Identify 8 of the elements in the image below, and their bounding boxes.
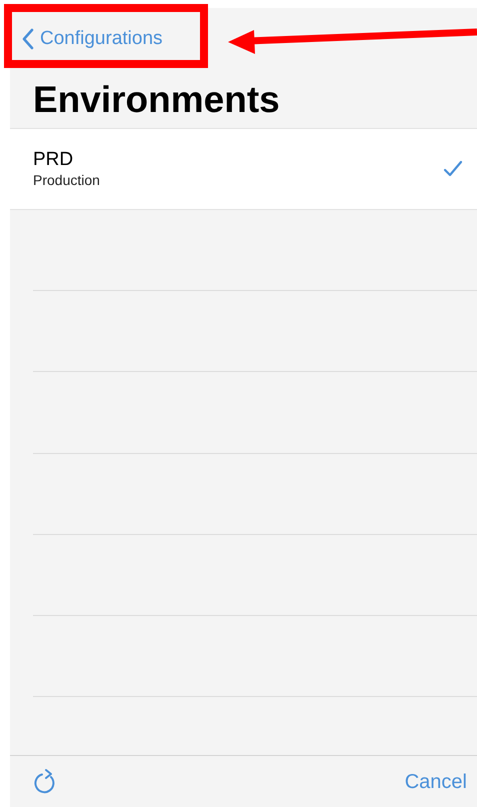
environment-name: Production bbox=[33, 172, 100, 190]
environment-code: PRD bbox=[33, 148, 74, 172]
page-title: Environments bbox=[33, 80, 280, 118]
checkmark-icon bbox=[443, 160, 463, 178]
environment-row[interactable]: PRD Production bbox=[10, 129, 477, 210]
back-button[interactable]: Configurations bbox=[22, 24, 163, 54]
cancel-button[interactable]: Cancel bbox=[404, 766, 467, 796]
chevron-left-icon bbox=[22, 28, 34, 50]
